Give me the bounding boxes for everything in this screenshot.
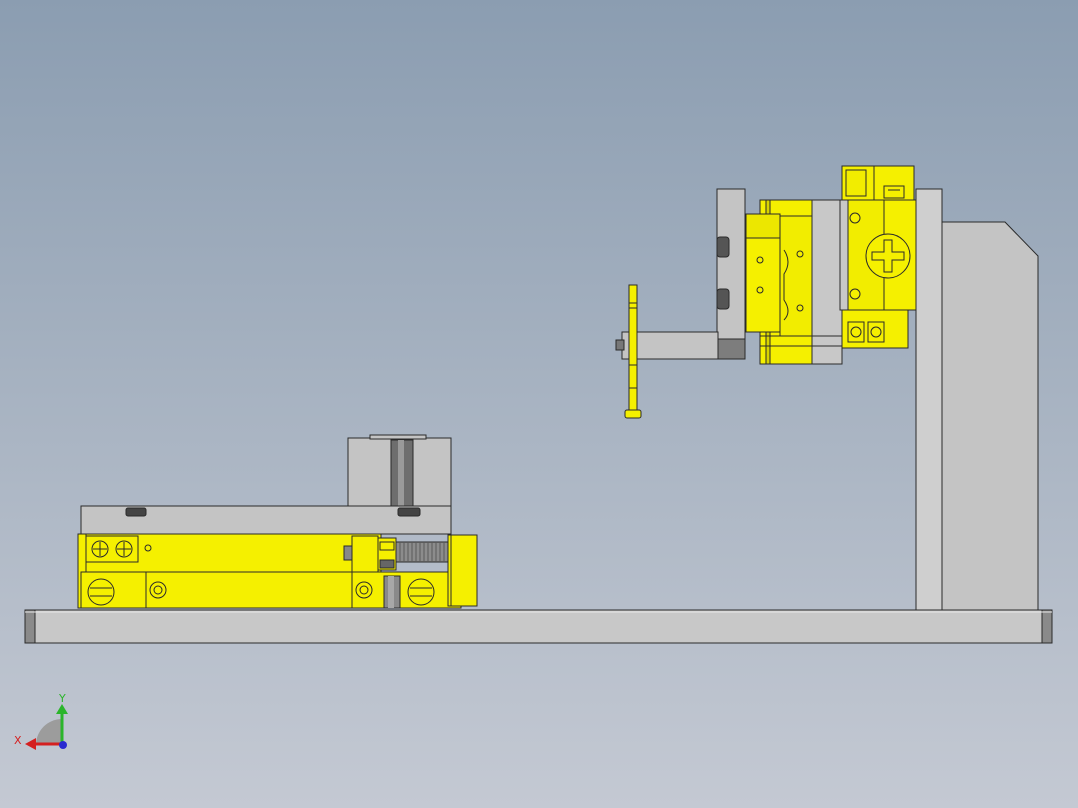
x-axis-label: X xyxy=(14,734,22,747)
y-axis-label: Y xyxy=(58,692,66,705)
triad-quadrant xyxy=(36,719,62,745)
orientation-triad: Y X xyxy=(14,692,68,750)
z-axis-dot-icon xyxy=(59,741,67,749)
cad-viewport[interactable]: Y X xyxy=(0,0,1078,808)
